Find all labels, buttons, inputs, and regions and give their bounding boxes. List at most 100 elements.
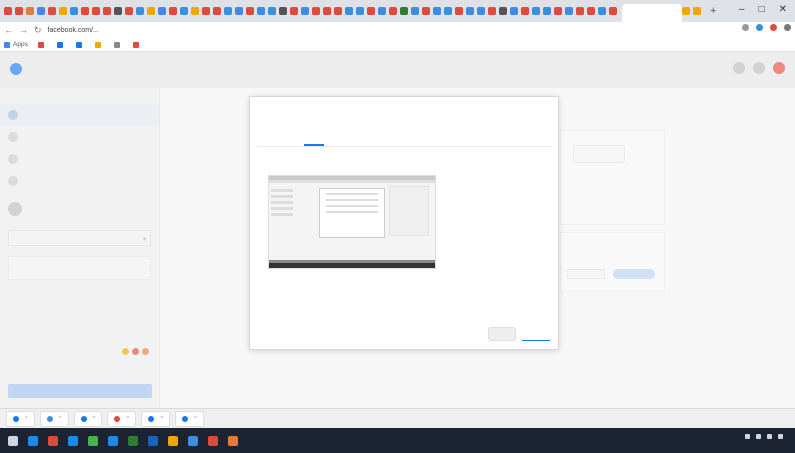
browser-tab-favicon-icon[interactable]	[356, 7, 364, 15]
browser-tab-favicon-icon[interactable]	[554, 7, 562, 15]
browser-tab-favicon-icon[interactable]	[290, 7, 298, 15]
volume-icon[interactable]	[767, 434, 772, 439]
browser-tab-favicon-icon[interactable]	[37, 7, 45, 15]
bookmark-item[interactable]	[94, 41, 104, 48]
active-browser-tab[interactable]	[622, 4, 682, 22]
browser-tab-favicon-icon[interactable]	[235, 7, 243, 15]
browser-tab-favicon-icon[interactable]	[103, 7, 111, 15]
browser-tab-favicon-icon[interactable]	[532, 7, 540, 15]
browser-tab-favicon-icon[interactable]	[693, 7, 701, 15]
bookmark-item[interactable]: Apps	[4, 41, 28, 48]
browser-tab-favicon-icon[interactable]	[224, 7, 232, 15]
taskbar-app-icon[interactable]	[128, 435, 138, 446]
taskbar-app-icon[interactable]	[228, 435, 238, 446]
chevron-up-icon[interactable]: ^	[59, 416, 62, 422]
download-item[interactable]: ^	[6, 410, 35, 427]
screen-preview-thumbnail[interactable]	[268, 175, 436, 269]
chevron-up-icon[interactable]: ^	[126, 416, 129, 422]
browser-tab-favicon-icon[interactable]	[136, 7, 144, 15]
browser-tab-favicon-icon[interactable]	[158, 7, 166, 15]
browser-tab-favicon-icon[interactable]	[565, 7, 573, 15]
maximize-button[interactable]: □	[759, 4, 765, 15]
taskbar-app-icon[interactable]	[68, 435, 78, 446]
browser-tab-favicon-icon[interactable]	[92, 7, 100, 15]
browser-tab-favicon-icon[interactable]	[510, 7, 518, 15]
browser-tab-favicon-icon[interactable]	[213, 7, 221, 15]
bookmark-item[interactable]	[37, 41, 47, 48]
tray-icon[interactable]	[745, 434, 750, 439]
browser-tab-favicon-icon[interactable]	[169, 7, 177, 15]
chevron-up-icon[interactable]: ^	[160, 416, 163, 422]
extension-icon[interactable]	[770, 24, 777, 31]
browser-tab-favicon-icon[interactable]	[202, 7, 210, 15]
browser-tab-favicon-icon[interactable]	[246, 7, 254, 15]
browser-tab-favicon-icon[interactable]	[367, 7, 375, 15]
taskbar-app-icon[interactable]	[48, 435, 58, 446]
bookmark-item[interactable]	[132, 41, 142, 48]
browser-tab-favicon-icon[interactable]	[609, 7, 617, 15]
browser-tab-favicon-icon[interactable]	[378, 7, 386, 15]
browser-tab-favicon-icon[interactable]	[433, 7, 441, 15]
browser-tab-favicon-icon[interactable]	[191, 7, 199, 15]
chevron-up-icon[interactable]: ^	[194, 416, 197, 422]
browser-tab-favicon-icon[interactable]	[543, 7, 551, 15]
back-icon[interactable]: ←	[4, 25, 13, 35]
browser-tab-favicon-icon[interactable]	[422, 7, 430, 15]
download-item[interactable]: ^	[141, 410, 171, 427]
cancel-button[interactable]	[488, 327, 516, 341]
url-field[interactable]: facebook.com/...	[48, 27, 99, 34]
extension-icon[interactable]	[756, 24, 763, 31]
chevron-up-icon[interactable]: ^	[25, 416, 28, 422]
browser-tab-favicon-icon[interactable]	[125, 7, 133, 15]
browser-tab-favicon-icon[interactable]	[26, 7, 34, 15]
browser-tab-favicon-icon[interactable]	[15, 7, 23, 15]
taskbar-app-icon[interactable]	[208, 435, 218, 446]
download-item[interactable]: ^	[73, 410, 103, 427]
browser-tab-favicon-icon[interactable]	[59, 7, 67, 15]
browser-tab-favicon-icon[interactable]	[180, 7, 188, 15]
browser-tab-favicon-icon[interactable]	[301, 7, 309, 15]
bookmark-item[interactable]	[56, 41, 66, 48]
browser-tab-favicon-icon[interactable]	[81, 7, 89, 15]
browser-tab-favicon-icon[interactable]	[455, 7, 463, 15]
browser-tab-favicon-icon[interactable]	[477, 7, 485, 15]
browser-tab-favicon-icon[interactable]	[323, 7, 331, 15]
browser-tab-favicon-icon[interactable]	[682, 7, 690, 15]
browser-tab-favicon-icon[interactable]	[114, 7, 122, 15]
reload-icon[interactable]: ↻	[34, 25, 42, 36]
browser-tab-favicon-icon[interactable]	[466, 7, 474, 15]
browser-tab-favicon-icon[interactable]	[411, 7, 419, 15]
browser-tab-favicon-icon[interactable]	[488, 7, 496, 15]
taskbar-app-icon[interactable]	[168, 435, 178, 446]
browser-tab-favicon-icon[interactable]	[345, 7, 353, 15]
browser-tab-favicon-icon[interactable]	[389, 7, 397, 15]
browser-tab-favicon-icon[interactable]	[576, 7, 584, 15]
browser-tab-favicon-icon[interactable]	[147, 7, 155, 15]
bookmark-item[interactable]	[75, 41, 85, 48]
browser-tab-favicon-icon[interactable]	[4, 7, 12, 15]
browser-tab-favicon-icon[interactable]	[587, 7, 595, 15]
tab-your-entire-screen[interactable]	[303, 133, 324, 146]
wifi-icon[interactable]	[778, 434, 783, 439]
browser-tab-favicon-icon[interactable]	[48, 7, 56, 15]
forward-icon[interactable]: →	[19, 25, 28, 35]
taskbar-app-icon[interactable]	[88, 435, 98, 446]
taskbar-app-icon[interactable]	[188, 435, 198, 446]
browser-tab-favicon-icon[interactable]	[400, 7, 408, 15]
chevron-up-icon[interactable]: ^	[93, 416, 96, 422]
tray-icon[interactable]	[756, 434, 761, 439]
windows-start-icon[interactable]	[8, 435, 18, 446]
browser-tab-favicon-icon[interactable]	[499, 7, 507, 15]
browser-tab-favicon-icon[interactable]	[521, 7, 529, 15]
close-window-button[interactable]: ✕	[779, 4, 787, 15]
browser-tab-favicon-icon[interactable]	[334, 7, 342, 15]
browser-tab-favicon-icon[interactable]	[279, 7, 287, 15]
new-tab-button[interactable]: +	[710, 5, 716, 17]
star-icon[interactable]	[742, 24, 749, 31]
browser-tab-favicon-icon[interactable]	[598, 7, 606, 15]
taskbar-app-icon[interactable]	[148, 435, 158, 446]
bookmark-item[interactable]	[113, 41, 123, 48]
browser-tab-favicon-icon[interactable]	[312, 7, 320, 15]
share-button[interactable]	[522, 327, 550, 341]
download-item[interactable]: ^	[39, 410, 69, 427]
